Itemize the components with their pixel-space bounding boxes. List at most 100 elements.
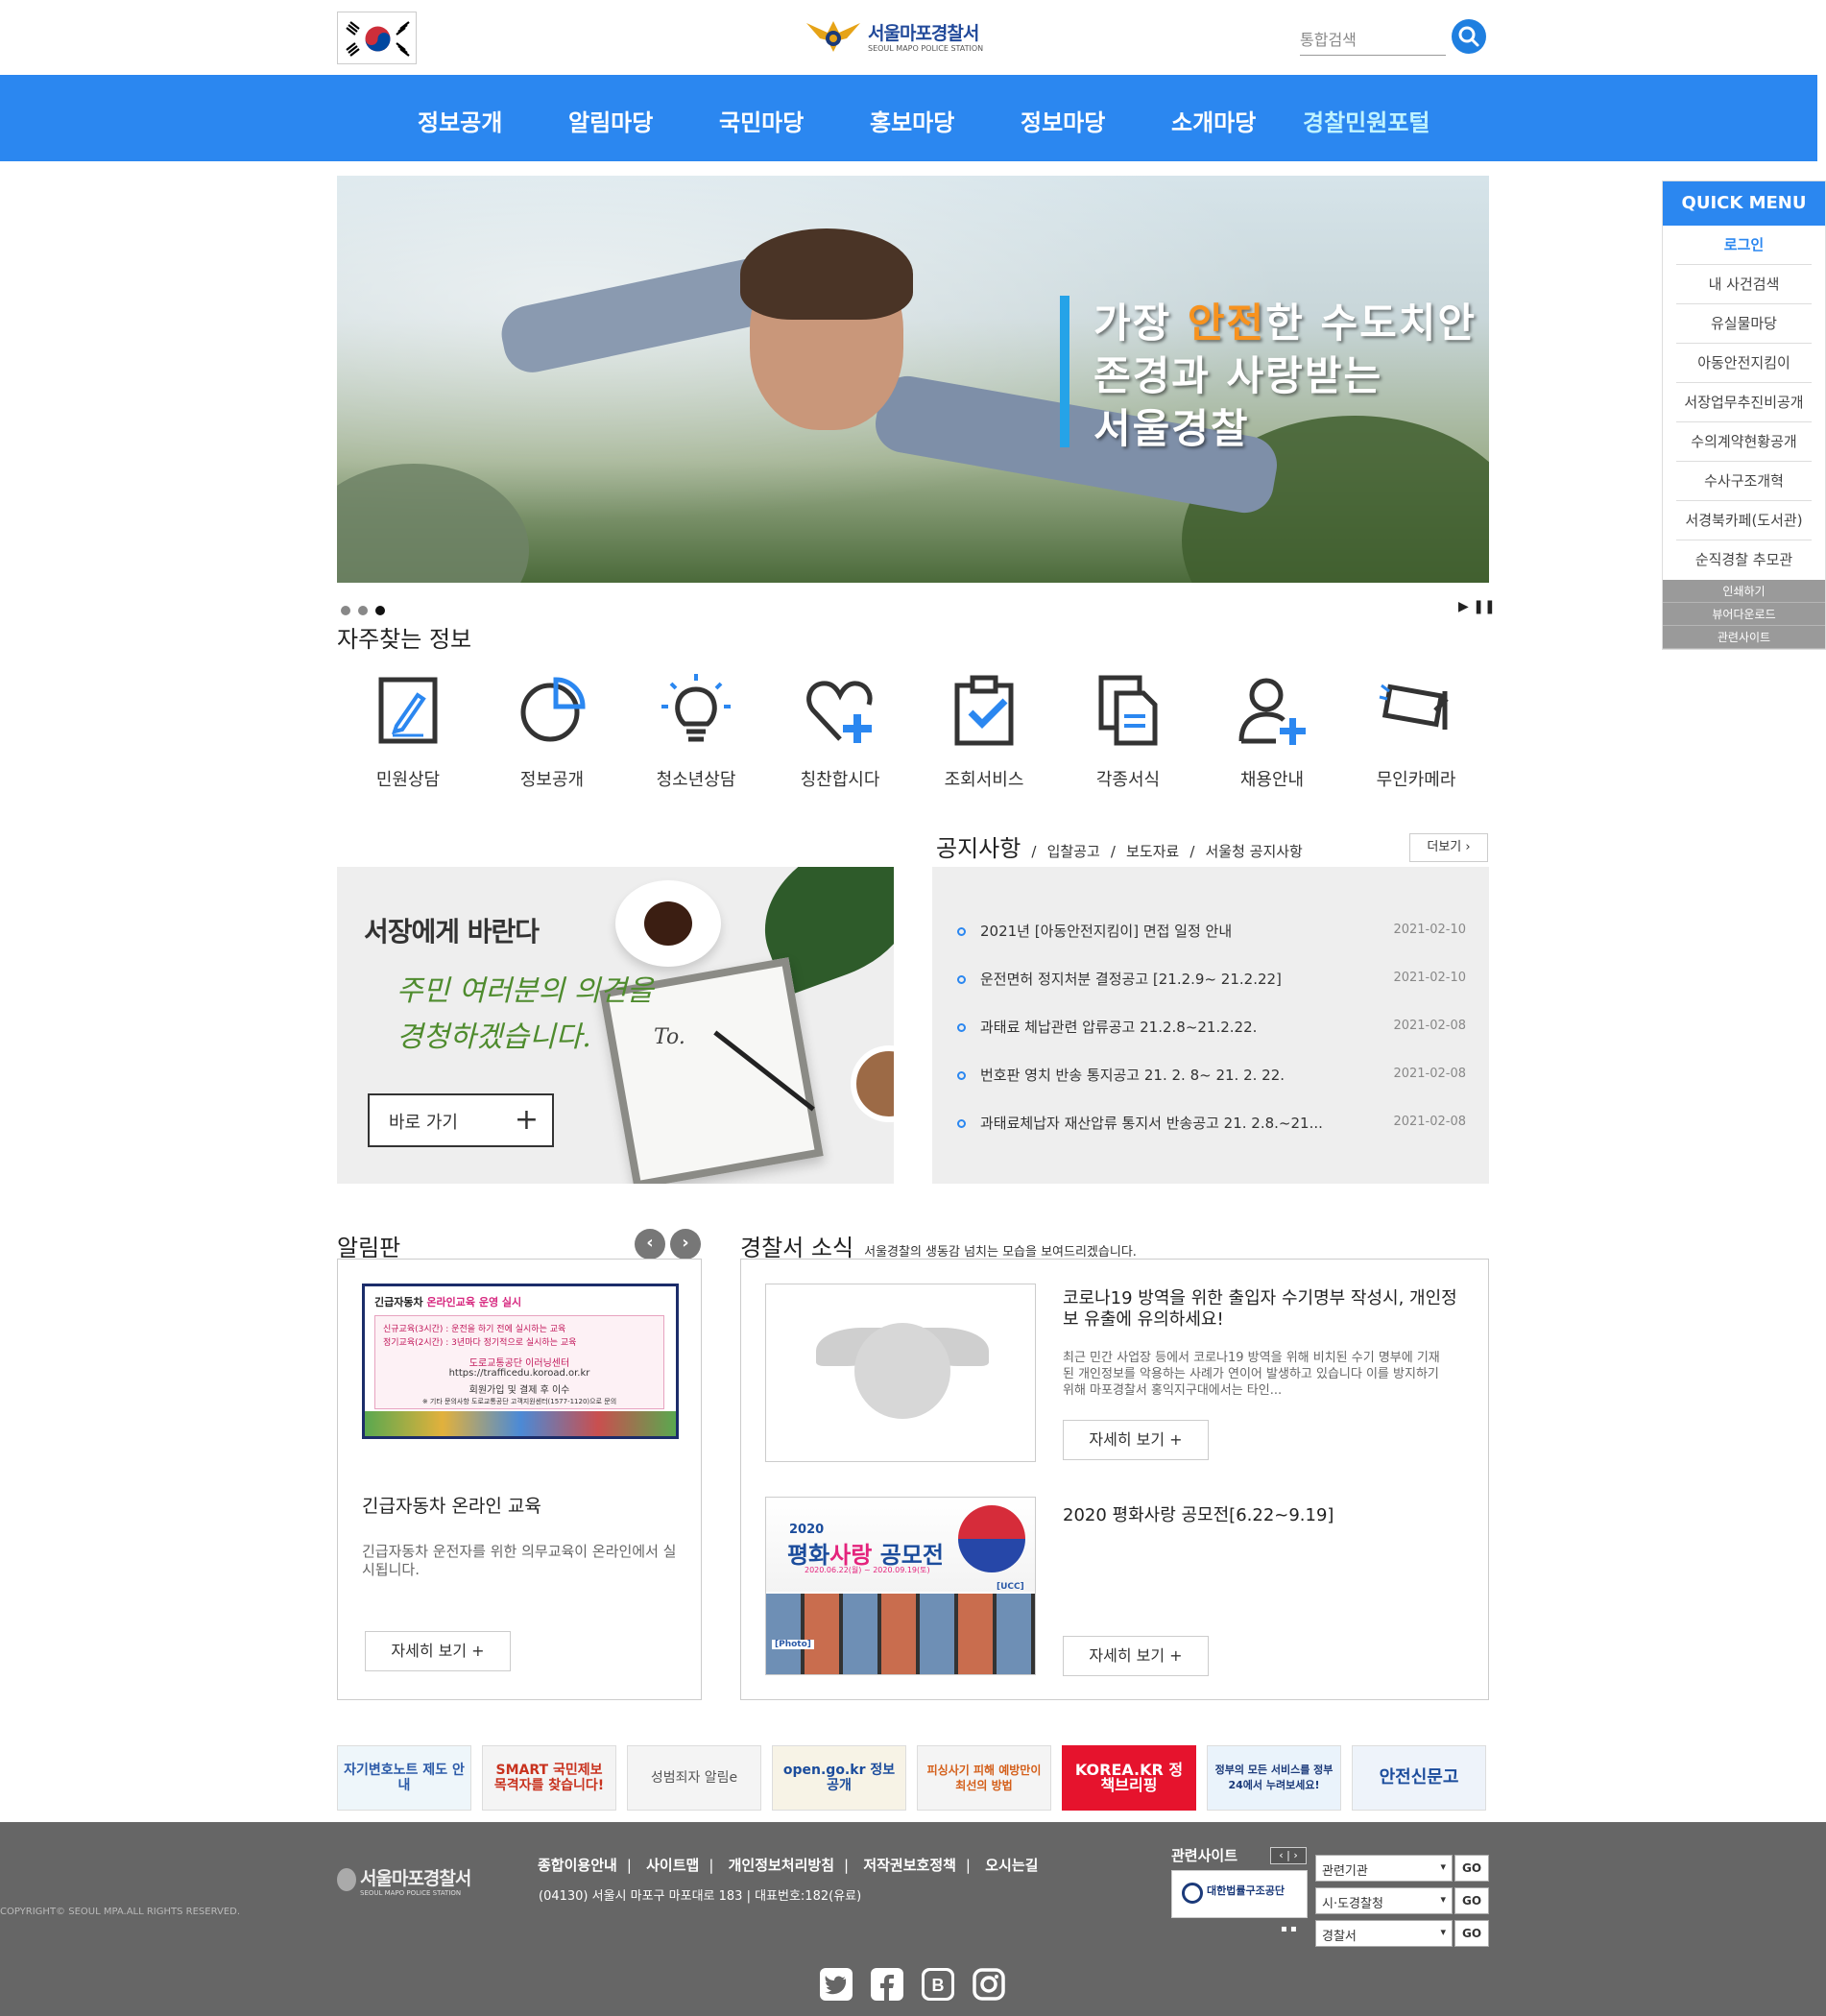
news-image-peace-contest[interactable]: 2020 평화사랑 공모전 2020.06.22(월) ~ 2020.09.19…: [765, 1497, 1036, 1675]
notice-more-button[interactable]: 더보기 ›: [1409, 833, 1488, 862]
go-button[interactable]: GO: [1454, 1855, 1489, 1882]
board-caption[interactable]: 긴급자동차 온라인 교육: [362, 1492, 541, 1518]
site-logo[interactable]: 서울마포경찰서 SEOUL MAPO POLICE STATION: [805, 15, 997, 58]
news-item-title[interactable]: 2020 평화사랑 공모전[6.22~9.19]: [1063, 1501, 1333, 1526]
clipboard-check-icon: [946, 672, 1022, 749]
tab-seoul-notice[interactable]: 서울청 공지사항: [1205, 843, 1302, 860]
freq-item-label: 청소년상담: [656, 770, 736, 790]
freq-item-recruit[interactable]: 채용안내: [1200, 672, 1344, 791]
city-police-select[interactable]: 시·도경찰청 ▾: [1315, 1887, 1453, 1914]
pencil-document-icon: [370, 672, 446, 749]
banner-dot[interactable]: [358, 606, 368, 615]
chevron-right-icon[interactable]: ›: [670, 1229, 701, 1260]
tab-bid-notice[interactable]: 입찰공고: [1047, 843, 1100, 860]
nav-item-civil-portal[interactable]: 경찰민원포털: [1303, 104, 1430, 137]
link-banner-policy-briefing[interactable]: KOREA.KR 정책브리핑: [1062, 1745, 1196, 1811]
nav-item-pr[interactable]: 홍보마당: [870, 104, 954, 137]
news-image-police-emblem[interactable]: [765, 1284, 1036, 1462]
main-banner[interactable]: 가장 안전한 수도치안 존경과 사랑받는 서울경찰: [337, 176, 1489, 583]
instagram-icon[interactable]: [973, 1968, 1005, 2001]
related-sites-controls[interactable]: ▪ ▪: [1281, 1924, 1297, 1934]
footer-link[interactable]: 개인정보처리방침: [729, 1857, 834, 1874]
play-icon[interactable]: ▶: [1458, 599, 1469, 614]
go-button[interactable]: GO: [1454, 1920, 1489, 1947]
link-banner-smart-report[interactable]: SMART 국민제보 목격자를 찾습니다!: [482, 1745, 616, 1811]
notice-item[interactable]: 과태료 체납관련 압류공고 21.2.8~21.2.22. 2021-02-08: [957, 1017, 1466, 1040]
link-banner-gov24[interactable]: 정부의 모든 서비스를 정부24에서 누려보세요!: [1207, 1745, 1341, 1811]
freq-item-civil-consult[interactable]: 민원상담: [336, 672, 480, 791]
news-more-button[interactable]: 자세히 보기 +: [1063, 1636, 1209, 1676]
board-image[interactable]: 긴급자동차 온라인교육 운영 실시 신규교육(3시간) : 운전을 하기 전에 …: [362, 1284, 679, 1439]
footer-link[interactable]: 종합이용안내: [538, 1857, 617, 1874]
quick-item-contracts[interactable]: 수의계약현황공개: [1676, 422, 1812, 462]
notice-item[interactable]: 번호판 영치 반송 통지공고 21. 2. 8~ 21. 2. 22. 2021-…: [957, 1065, 1466, 1088]
link-banner-safety-report[interactable]: 안전신문고: [1352, 1745, 1486, 1811]
quick-menu: QUICK MENU 로그인 내 사건검색 유실물마당 아동안전지킴이 서장업무…: [1662, 180, 1826, 650]
footer-link[interactable]: 오시는길: [985, 1857, 1038, 1874]
freq-item-inquiry[interactable]: 조회서비스: [912, 672, 1056, 791]
link-banner-self-defense-note[interactable]: 자기변호노트 제도 안내: [337, 1745, 471, 1811]
notice-header: 공지사항 / 입찰공고 / 보도자료 / 서울청 공지사항: [936, 829, 1303, 863]
search-button[interactable]: [1452, 19, 1486, 54]
nav-item-about[interactable]: 소개마당: [1171, 104, 1256, 137]
notice-list: 2021년 [아동안전지킴이] 면접 일정 안내 2021-02-10 운전면허 …: [932, 867, 1489, 1184]
quick-item-case-search[interactable]: 내 사건검색: [1676, 265, 1812, 304]
city-illustration: [365, 1411, 676, 1436]
nav-item-information[interactable]: 정보마당: [1021, 104, 1105, 137]
chevron-down-icon: ▾: [1440, 1893, 1446, 1906]
freq-item-speed-camera[interactable]: 무인카메라: [1344, 672, 1488, 791]
tab-notice[interactable]: 공지사항: [936, 835, 1021, 862]
quick-item-memorial[interactable]: 순직경찰 추모관: [1676, 540, 1812, 580]
facebook-icon[interactable]: [871, 1968, 903, 2001]
freq-item-forms[interactable]: 각종서식: [1056, 672, 1200, 791]
twitter-icon[interactable]: [820, 1968, 853, 2001]
korean-flag-icon[interactable]: [337, 12, 417, 64]
nav-item-info-disclosure[interactable]: 정보공개: [418, 104, 502, 137]
quick-item-child-safety[interactable]: 아동안전지킴이: [1676, 344, 1812, 383]
news-item-title[interactable]: 코로나19 방역을 위한 출입자 수기명부 작성시, 개인정보 유출에 유의하세…: [1063, 1288, 1466, 1331]
quick-item-login[interactable]: 로그인: [1676, 226, 1812, 265]
link-banner-open-gov[interactable]: open.go.kr 정보공개: [772, 1745, 906, 1811]
pie-chart-icon: [514, 672, 590, 749]
quick-item-lost-found[interactable]: 유실물마당: [1676, 304, 1812, 344]
search-input[interactable]: 통합검색: [1300, 19, 1446, 56]
freq-item-praise[interactable]: 칭찬합시다: [768, 672, 912, 791]
freq-item-youth-consult[interactable]: 청소년상담: [624, 672, 768, 791]
quick-item-expense-disclosure[interactable]: 서장업무추진비공개: [1676, 383, 1812, 422]
footer-link[interactable]: 사이트맵: [646, 1857, 699, 1874]
banner-dot[interactable]: [341, 606, 350, 615]
go-button[interactable]: GO: [1454, 1887, 1489, 1914]
quick-item-viewer-download[interactable]: 뷰어다운로드: [1663, 603, 1825, 626]
related-org-select[interactable]: 관련기관 ▾: [1315, 1855, 1453, 1882]
nav-item-citizen[interactable]: 국민마당: [719, 104, 804, 137]
related-site-logo[interactable]: 대한법률구조공단: [1171, 1870, 1308, 1918]
link-banner-phishing[interactable]: 피싱사기 피해 예방만이 최선의 방법: [917, 1745, 1051, 1811]
chief-go-label: 바로 가기: [389, 1113, 458, 1133]
freq-item-info-disclosure[interactable]: 정보공개: [480, 672, 624, 791]
link-banner-sex-offender[interactable]: 성범죄자 알림e: [627, 1745, 761, 1811]
board-more-button[interactable]: 자세히 보기 +: [365, 1631, 511, 1671]
notice-item[interactable]: 2021년 [아동안전지킴이] 면접 일정 안내 2021-02-10: [957, 921, 1466, 944]
quick-item-related-sites[interactable]: 관련사이트: [1663, 626, 1825, 649]
notice-item[interactable]: 과태료체납자 재산압류 통지서 반송공고 21. 2.8.~21... 2021-…: [957, 1113, 1466, 1136]
chief-go-button[interactable]: 바로 가기 +: [368, 1093, 554, 1147]
notice-item[interactable]: 운전면허 정지처분 결정공고 [21.2.9~ 21.2.22] 2021-02-…: [957, 969, 1466, 992]
chevron-right-icon: ›: [1465, 840, 1471, 854]
related-sites-arrows[interactable]: ‹ | ›: [1270, 1847, 1307, 1864]
quick-item-investigation-reform[interactable]: 수사구조개혁: [1676, 462, 1812, 501]
quick-item-book-cafe[interactable]: 서경북카페(도서관): [1676, 501, 1812, 540]
pause-icon[interactable]: ❚❚: [1473, 599, 1495, 614]
quick-item-print[interactable]: 인쇄하기: [1663, 580, 1825, 603]
police-station-select[interactable]: 경찰서 ▾: [1315, 1920, 1453, 1947]
chief-handwriting-line1: 주민 여러분의 의견을: [396, 974, 654, 1008]
tab-press-release[interactable]: 보도자료: [1126, 843, 1179, 860]
news-more-button[interactable]: 자세히 보기 +: [1063, 1420, 1209, 1460]
banner-dot-active[interactable]: [375, 606, 385, 615]
chevron-left-icon[interactable]: ‹: [635, 1229, 665, 1260]
banner-controls: ▶ ❚❚: [1458, 599, 1496, 614]
footer-link[interactable]: 저작권보호정책: [863, 1857, 956, 1874]
blog-icon[interactable]: B: [922, 1968, 954, 2001]
freq-item-label: 무인카메라: [1376, 770, 1456, 790]
nav-item-notice[interactable]: 알림마당: [568, 104, 653, 137]
logo-subtext: SEOUL MAPO POLICE STATION: [868, 44, 984, 53]
